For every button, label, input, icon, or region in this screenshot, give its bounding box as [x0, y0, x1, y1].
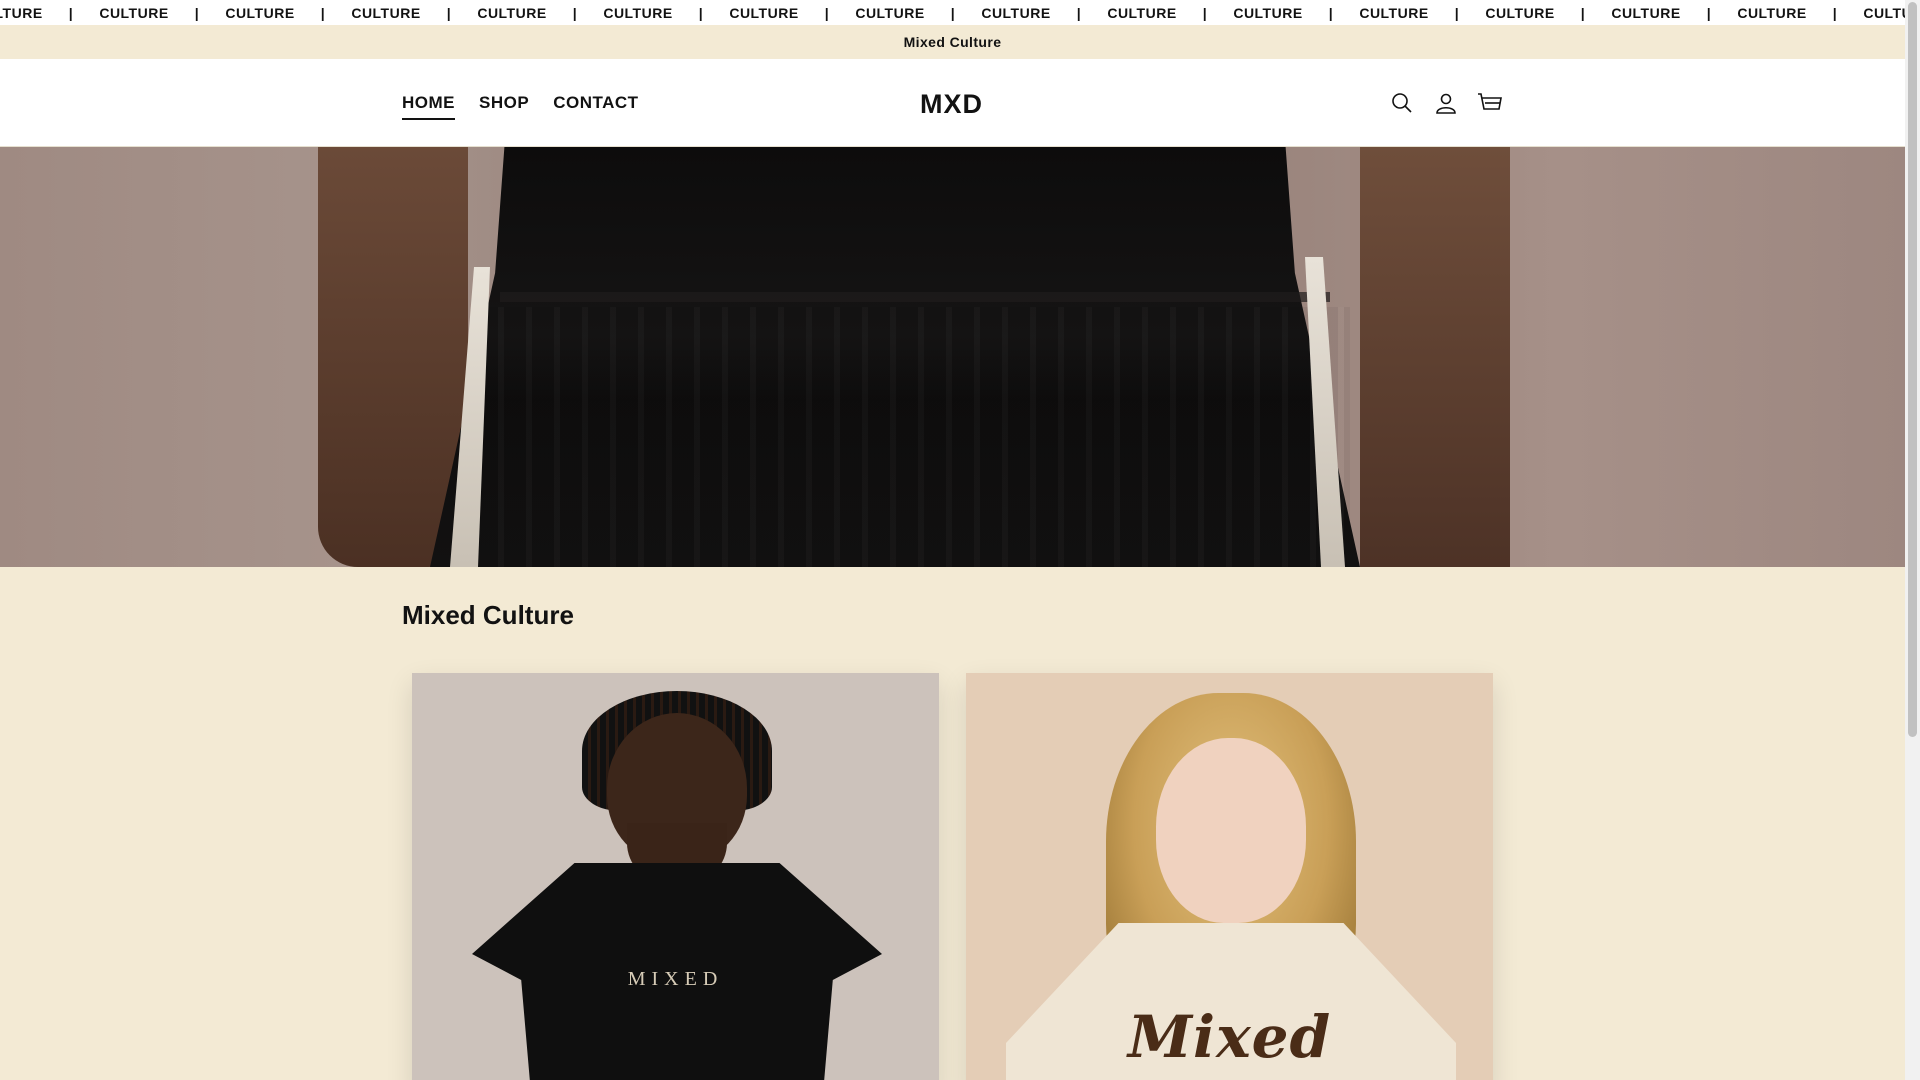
marquee-item: CULTURE |: [1472, 5, 1598, 21]
product-card-1[interactable]: MIXED: [412, 673, 939, 1080]
marquee-separator: |: [1328, 4, 1334, 21]
marquee-separator: |: [572, 4, 578, 21]
nav-home[interactable]: HOME: [402, 93, 455, 120]
marquee-word: CULTURE: [1737, 4, 1807, 21]
main-nav: HOME SHOP CONTACT: [402, 93, 639, 120]
marquee-separator: |: [446, 4, 452, 21]
product-card-2[interactable]: Mixed: [966, 673, 1493, 1080]
tshirt-print: MIXED: [627, 968, 724, 990]
scrollbar-thumb[interactable]: [1908, 2, 1917, 737]
marquee-word: CULTURE: [1233, 4, 1303, 21]
marquee-item: CULTURE |: [1094, 5, 1220, 21]
marquee-item: CULTURE|: [1850, 5, 1905, 21]
marquee-word: CULTURE: [729, 4, 799, 21]
marquee-word: CULTURE: [1359, 4, 1429, 21]
marquee-word: CULTURE: [855, 4, 925, 21]
marquee-separator: |: [194, 4, 200, 21]
marquee-word: CULTURE: [477, 4, 547, 21]
hero-waistband: [500, 292, 1330, 302]
marquee-separator: |: [1076, 4, 1082, 21]
marquee-item: CULTURE |: [842, 5, 968, 21]
site-header: HOME SHOP CONTACT MXD: [0, 59, 1905, 147]
marquee-item: CULTURE |: [0, 5, 86, 21]
marquee-bar: CULTURE | CULTURE | CULTURE | CULTURE | CULTURE |…: [0, 0, 1905, 25]
marquee-item: CULTURE |: [590, 5, 716, 21]
marquee-item: CULTURE |: [338, 5, 464, 21]
marquee-word: CULTURE: [981, 4, 1051, 21]
marquee-separator: |: [950, 4, 956, 21]
model-face: [1156, 738, 1306, 923]
account-icon[interactable]: [1432, 89, 1460, 117]
marquee-separator: |: [698, 4, 704, 21]
marquee-separator: |: [320, 4, 326, 21]
nav-shop[interactable]: SHOP: [479, 93, 529, 119]
marquee-separator: |: [1706, 4, 1712, 21]
section-title: Mixed Culture: [402, 600, 574, 630]
marquee-separator: |: [824, 4, 830, 21]
marquee-item: CULTURE |: [968, 5, 1094, 21]
page-scrollbar[interactable]: [1905, 0, 1920, 1080]
marquee-word: CULTURE: [351, 4, 421, 21]
marquee-item: CULTURE |: [86, 5, 212, 21]
marquee-item: CULTURE |: [212, 5, 338, 21]
marquee-item: CULTURE |: [1598, 5, 1724, 21]
marquee-word: CULTURE: [99, 4, 169, 21]
marquee-separator: |: [1580, 4, 1586, 21]
marquee-word: CULTURE: [603, 4, 673, 21]
marquee-word: CULTURE: [1107, 4, 1177, 21]
announcement-bar: Mixed Culture: [0, 25, 1905, 59]
header-icons: [1388, 89, 1504, 117]
marquee-word: CULTURE: [1863, 4, 1905, 21]
marquee-separator: |: [1832, 4, 1838, 21]
marquee-item: CULTURE |: [1724, 5, 1850, 21]
announcement-text: Mixed Culture: [903, 34, 1002, 50]
hero-pleats: [470, 307, 1350, 567]
marquee-word: CULTURE: [0, 4, 43, 21]
marquee-word: CULTURE: [1485, 4, 1555, 21]
marquee-separator: |: [1454, 4, 1460, 21]
marquee-word: CULTURE: [225, 4, 295, 21]
nav-contact[interactable]: CONTACT: [553, 93, 638, 119]
marquee-item: CULTURE |: [1220, 5, 1346, 21]
marquee-separator: |: [68, 4, 74, 21]
marquee-item: CULTURE |: [464, 5, 590, 21]
hoodie-print: Mixed: [1127, 1003, 1332, 1071]
marquee-item: CULTURE |: [716, 5, 842, 21]
marquee-separator: |: [1202, 4, 1208, 21]
hero-banner[interactable]: [0, 147, 1905, 567]
site-logo[interactable]: MXD: [920, 89, 983, 120]
marquee-item: CULTURE |: [1346, 5, 1472, 21]
cart-icon[interactable]: [1476, 89, 1504, 117]
search-icon[interactable]: [1388, 89, 1416, 117]
hero-arm-right: [1360, 147, 1510, 567]
marquee-word: CULTURE: [1611, 4, 1681, 21]
marquee-track: CULTURE | CULTURE | CULTURE | CULTURE | CULTURE |…: [0, 5, 1905, 21]
